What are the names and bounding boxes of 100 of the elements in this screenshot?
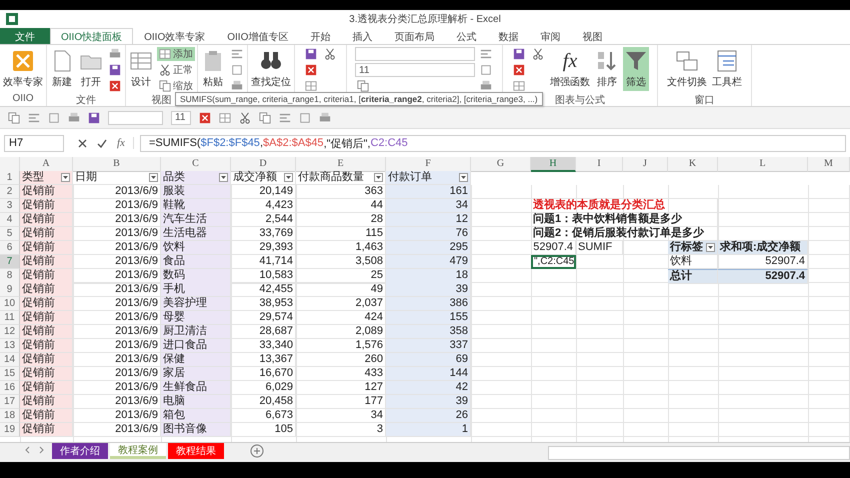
save-icon	[513, 48, 525, 60]
ribbon-button[interactable]: 文件切换	[666, 47, 708, 91]
column-header[interactable]: H	[531, 157, 576, 172]
ribbon-tab[interactable]: OIIO快捷面板	[50, 28, 134, 44]
ribbon-button[interactable]: 添加	[157, 47, 195, 61]
row-number: 4	[0, 213, 20, 227]
ribbon-icon-button[interactable]	[107, 63, 123, 77]
checkmark-icon[interactable]	[97, 138, 107, 148]
table-cell: 386	[386, 297, 471, 311]
filter-dropdown-icon[interactable]	[459, 173, 468, 182]
copy-icon	[357, 80, 369, 92]
ribbon-button[interactable]: 查找定位	[250, 47, 292, 91]
ribbon-button[interactable]: 效率专家	[2, 47, 44, 91]
table-cell: 13,367	[231, 353, 296, 367]
column-header[interactable]: L	[718, 157, 808, 172]
column-header[interactable]: K	[668, 157, 718, 172]
table-cell: 42,455	[231, 283, 296, 297]
lines-icon	[480, 48, 492, 60]
table-cell: 20,458	[231, 395, 296, 409]
ribbon-button[interactable]: 设计	[128, 47, 154, 91]
group-label: 视图	[152, 95, 172, 106]
ribbon-button[interactable]: 打开	[78, 47, 104, 91]
close-icon	[109, 80, 121, 92]
filter-dropdown-icon[interactable]	[284, 173, 293, 182]
filter-dropdown-icon[interactable]	[219, 173, 228, 182]
table-cell: 358	[386, 325, 471, 339]
toolbar-icon	[715, 49, 739, 73]
table-cell: 26	[386, 409, 471, 423]
table-cell: 12	[386, 213, 471, 227]
table-cell: 生活电器	[161, 227, 231, 241]
sheet-tab[interactable]: 教程结果	[168, 443, 224, 459]
copy-icon	[259, 112, 271, 124]
ribbon-icon-button[interactable]	[511, 47, 527, 61]
ribbon-button[interactable]: 筛选	[623, 47, 649, 91]
table-cell: 促销前	[20, 199, 73, 213]
column-header[interactable]: M	[808, 157, 850, 172]
table-cell: 手机	[161, 283, 231, 297]
sheet-tab[interactable]: 作者介绍	[52, 443, 108, 459]
font-size-field[interactable]: 11	[171, 110, 191, 124]
font-name-field[interactable]	[355, 47, 475, 61]
scissors-icon	[239, 112, 251, 124]
ribbon-icon-button[interactable]	[511, 63, 527, 77]
ribbon-icon-button[interactable]	[303, 63, 319, 77]
ribbon-tab[interactable]: 数据	[487, 28, 530, 44]
active-cell[interactable]: ",C2:C45	[531, 255, 576, 269]
filter-dropdown-icon[interactable]	[374, 173, 383, 182]
ribbon-button[interactable]: 排序	[594, 47, 620, 91]
funnel-icon	[624, 49, 648, 73]
filter-dropdown-icon[interactable]	[149, 173, 158, 182]
horizontal-scrollbar[interactable]	[548, 446, 850, 460]
add-sheet-icon[interactable]	[250, 444, 264, 458]
name-box[interactable]: H7	[4, 134, 64, 152]
grid-icon	[159, 48, 171, 60]
close-icon	[199, 112, 211, 124]
row-number: 3	[0, 199, 20, 213]
cancel-icon[interactable]	[78, 138, 87, 148]
table-cell: 33,340	[231, 339, 296, 353]
ribbon-tab[interactable]: 公式	[445, 28, 488, 44]
column-header[interactable]: B	[73, 157, 161, 172]
font-name-field[interactable]	[108, 110, 163, 124]
ribbon-button[interactable]: 工具栏	[711, 47, 743, 91]
ribbon-button[interactable]: fx 增强函数	[549, 47, 591, 91]
filter-dropdown-icon[interactable]	[61, 173, 70, 182]
save-icon	[109, 64, 121, 76]
filter-dropdown-icon[interactable]	[706, 243, 715, 252]
ribbon-button[interactable]: 新建	[49, 47, 75, 91]
ribbon-tab[interactable]: 插入	[341, 28, 384, 44]
grid-icon	[305, 80, 317, 92]
grid-icon	[513, 80, 525, 92]
row-number: 5	[0, 227, 20, 241]
insert-function-button[interactable]: fx	[117, 137, 125, 149]
ribbon-tab[interactable]: OIIO效率专家	[133, 28, 216, 44]
column-header[interactable]: D	[231, 157, 296, 172]
column-header[interactable]: J	[623, 157, 668, 172]
table-cell: 生鲜食品	[161, 381, 231, 395]
square-icon	[480, 64, 492, 76]
ribbon-tab[interactable]: 开始	[299, 28, 342, 44]
table-cell: 数码	[161, 269, 231, 284]
table-cell: 母婴	[161, 311, 231, 325]
ribbon-button[interactable]: 粘贴	[200, 47, 226, 91]
ribbon-button[interactable]: 正常	[157, 63, 195, 77]
copy-icon	[8, 112, 20, 124]
column-header[interactable]: I	[576, 157, 623, 172]
table-cell: 10,583	[231, 269, 296, 284]
ribbon-tab[interactable]: 视图	[571, 28, 614, 44]
table-cell: 促销前	[20, 423, 73, 437]
column-header[interactable]: E	[296, 157, 386, 172]
ribbon-icon-button[interactable]	[107, 79, 123, 93]
row-number: 19	[0, 423, 20, 437]
ribbon-tab[interactable]: 审阅	[529, 28, 572, 44]
font-size-field[interactable]: 11	[355, 63, 475, 77]
table-cell: 42	[386, 381, 471, 395]
table-cell: 图书音像	[161, 423, 231, 437]
ribbon-tab[interactable]: 页面布局	[383, 28, 446, 44]
ribbon-tab[interactable]: OIIO增值专区	[216, 28, 300, 44]
ribbon-tab[interactable]: 文件	[0, 28, 50, 44]
sheet-tab[interactable]: 教程案例	[110, 443, 166, 459]
formula-field[interactable]: =SUMIFS($F$2:$F$45,$A$2:$A$45,"促销后",C2:C45	[140, 134, 846, 152]
table-cell: 促销前	[20, 311, 73, 325]
ribbon-icon-button[interactable]	[303, 47, 319, 61]
